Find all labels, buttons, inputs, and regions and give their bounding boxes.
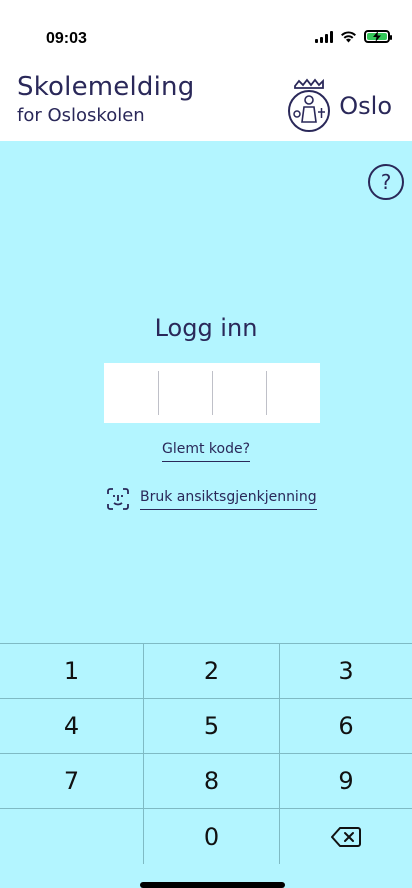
signal-icon	[315, 30, 333, 43]
face-id-icon	[107, 488, 129, 510]
face-id-label: Bruk ansiktsgjenkjenning	[140, 489, 317, 510]
home-indicator	[140, 882, 285, 888]
key-9[interactable]: 9	[280, 754, 412, 809]
oslo-logo: Oslo	[285, 78, 392, 134]
key-7[interactable]: 7	[0, 754, 144, 809]
help-button[interactable]: ?	[368, 164, 404, 200]
key-empty	[0, 809, 144, 864]
battery-charging-icon	[364, 30, 392, 43]
oslo-crest-icon	[288, 78, 331, 132]
face-id-button[interactable]: Bruk ansiktsgjenkjenning	[106, 487, 317, 511]
status-icons	[315, 30, 392, 43]
pin-digit-1[interactable]	[104, 363, 158, 423]
status-time: 09:03	[46, 30, 87, 47]
key-5[interactable]: 5	[144, 699, 280, 754]
backspace-icon	[331, 826, 361, 847]
forgot-code-link[interactable]: Glemt kode?	[161, 441, 251, 462]
key-8[interactable]: 8	[144, 754, 280, 809]
key-0[interactable]: 0	[144, 809, 280, 864]
forgot-code-link-wrap: Glemt kode?	[0, 438, 412, 462]
key-2[interactable]: 2	[144, 644, 280, 699]
app-title: Skolemelding	[17, 72, 195, 102]
key-1[interactable]: 1	[0, 644, 144, 699]
pin-digit-2[interactable]	[158, 363, 212, 423]
numeric-keypad: 1 2 3 4 5 6 7 8 9 0	[0, 643, 412, 864]
login-title: Logg inn	[154, 314, 258, 342]
status-bar: 09:03	[0, 0, 412, 52]
pin-digit-3[interactable]	[212, 363, 266, 423]
app-header: 09:03 Skolemelding for Osloskolen Oslo	[0, 0, 412, 141]
wifi-icon	[341, 31, 356, 43]
app-subtitle: for Osloskolen	[17, 105, 145, 126]
backspace-button[interactable]	[280, 809, 412, 864]
key-4[interactable]: 4	[0, 699, 144, 754]
key-6[interactable]: 6	[280, 699, 412, 754]
pin-code-input[interactable]	[104, 363, 320, 423]
key-3[interactable]: 3	[280, 644, 412, 699]
pin-digit-4[interactable]	[266, 363, 320, 423]
oslo-logo-text: Oslo	[339, 92, 392, 120]
